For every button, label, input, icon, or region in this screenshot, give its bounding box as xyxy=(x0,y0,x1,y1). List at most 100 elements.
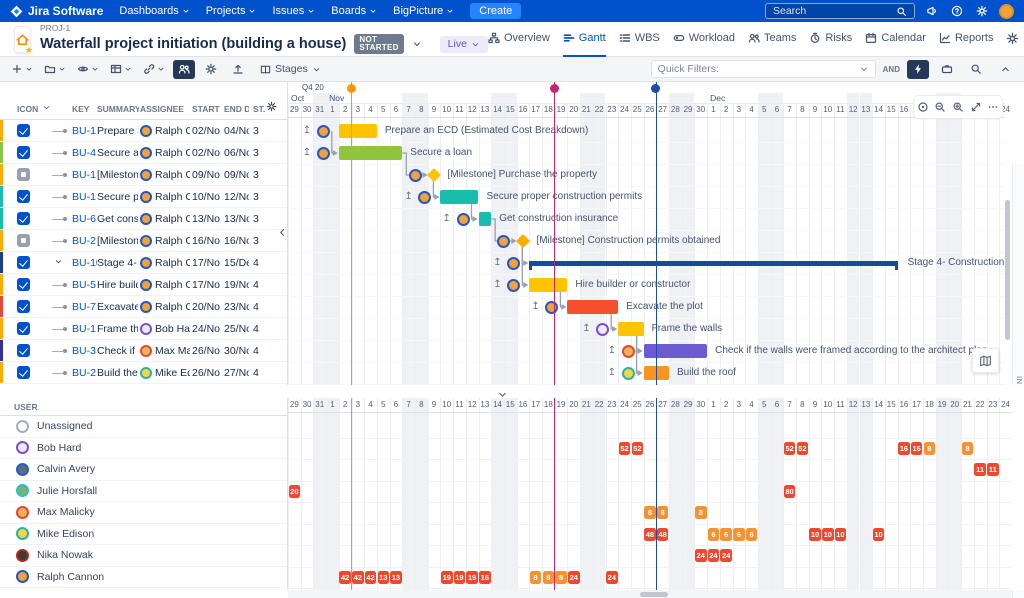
status-badge[interactable]: NOT STARTED xyxy=(354,34,403,54)
user-avatar[interactable] xyxy=(999,4,1014,19)
task-bar[interactable] xyxy=(529,278,567,292)
table-row[interactable]: BU-5Hire builder or constructorRalph Can… xyxy=(0,274,287,296)
table-row[interactable]: BU-4Secure a loanRalph Cannon02/Nov06/No… xyxy=(0,142,287,164)
collapse-left-panel-button[interactable] xyxy=(277,224,288,240)
task-checkbox[interactable] xyxy=(17,146,30,159)
task-checkbox[interactable] xyxy=(17,190,30,203)
stage-bar[interactable] xyxy=(529,261,897,266)
today-marker-pin[interactable] xyxy=(347,84,356,93)
column-header[interactable]: START DATE xyxy=(192,104,221,114)
module-settings-gear[interactable] xyxy=(1006,22,1019,57)
table-row[interactable]: BU-1Frame the wallsBob Hard24/Nov25/Nov4 xyxy=(0,318,287,340)
status-chevron-icon[interactable] xyxy=(412,39,422,49)
task-checkbox[interactable] xyxy=(17,322,30,335)
tab-gantt[interactable]: Gantt xyxy=(563,22,606,57)
export-button[interactable] xyxy=(227,60,249,79)
briefcase-filter-button[interactable] xyxy=(936,60,958,79)
layout-button[interactable] xyxy=(107,60,135,79)
table-row[interactable]: BU-7Excavate the plotRalph Cannon20/Nov2… xyxy=(0,296,287,318)
task-checkbox[interactable] xyxy=(17,278,30,291)
task-bar[interactable] xyxy=(440,190,478,204)
vertical-scrollbar[interactable] xyxy=(1005,200,1010,340)
table-row[interactable]: BU-1Prepare an ECD (Estimated Cost Break… xyxy=(0,120,287,142)
jira-brand[interactable]: Jira Software xyxy=(10,4,103,18)
table-settings-gear-icon[interactable] xyxy=(266,101,280,114)
live-dropdown[interactable]: Live xyxy=(440,36,488,53)
fullscreen-button[interactable] xyxy=(970,101,982,113)
table-row[interactable]: BU-1Secure proper construction permitsRa… xyxy=(0,186,287,208)
announcement-icon[interactable] xyxy=(924,3,940,19)
zoom-in-button[interactable] xyxy=(952,101,964,113)
column-header[interactable]: END DATE xyxy=(224,104,249,114)
table-row[interactable]: BU-1[Milestone] Purchase the propertyRal… xyxy=(0,164,287,186)
collapse-toolbar-button[interactable] xyxy=(994,60,1016,79)
user-row[interactable]: Julie Horsfall xyxy=(0,481,287,503)
center-on-today-button[interactable] xyxy=(917,101,929,113)
task-bar[interactable] xyxy=(644,344,708,358)
stages-dropdown[interactable]: Stages xyxy=(254,60,327,79)
resources-button[interactable] xyxy=(173,60,195,79)
task-checkbox[interactable] xyxy=(17,212,30,225)
user-row[interactable]: Calvin Avery xyxy=(0,459,287,481)
project-avatar[interactable]: ★ xyxy=(14,26,31,53)
tab-wbs[interactable]: WBS xyxy=(619,22,660,57)
nav-item-dashboards[interactable]: Dashboards xyxy=(119,5,189,17)
milestone-type-icon[interactable] xyxy=(17,168,30,181)
column-header[interactable]: ASSIGNEE xyxy=(140,104,190,114)
settings-button[interactable] xyxy=(200,60,222,79)
scrollbar-thumb[interactable] xyxy=(640,592,668,597)
horizontal-scrollbar[interactable] xyxy=(288,590,1012,598)
open-button[interactable] xyxy=(41,60,69,79)
dependencies-button[interactable] xyxy=(140,60,168,79)
user-row[interactable]: Mike Edison xyxy=(0,524,287,546)
task-bar[interactable] xyxy=(339,124,377,138)
create-button[interactable]: Create xyxy=(470,3,521,19)
task-bar[interactable] xyxy=(618,322,643,336)
nav-item-bigpicture[interactable]: BigPicture xyxy=(393,5,454,17)
table-row[interactable]: BU-10Stage 4- ConstructionRalph Cannon17… xyxy=(0,252,287,274)
tab-workload[interactable]: Workload xyxy=(673,22,735,57)
help-icon[interactable] xyxy=(949,3,965,19)
tab-overview[interactable]: Overview xyxy=(488,22,550,57)
search-tasks-button[interactable] xyxy=(965,60,987,79)
tab-teams[interactable]: Teams xyxy=(748,22,796,57)
quick-filters-dropdown[interactable]: Quick Filters: xyxy=(651,60,876,78)
deadline-marker-pin[interactable] xyxy=(550,84,559,93)
table-row[interactable]: BU-2Build the roofMike Edison26/Nov27/No… xyxy=(0,362,287,384)
expand-chevron-icon[interactable] xyxy=(54,257,63,269)
zoom-out-button[interactable] xyxy=(934,101,946,113)
quick-filter-lightning-button[interactable] xyxy=(907,60,929,79)
sort-icon[interactable] xyxy=(42,103,54,114)
task-checkbox[interactable] xyxy=(17,124,30,137)
table-row[interactable]: BU-6Get construction insuranceRalph Cann… xyxy=(0,208,287,230)
task-checkbox[interactable] xyxy=(17,344,30,357)
nav-item-projects[interactable]: Projects xyxy=(206,5,257,17)
tab-reports[interactable]: Reports xyxy=(939,22,994,57)
minimap-button[interactable] xyxy=(972,348,999,373)
tab-risks[interactable]: Risks xyxy=(809,22,852,57)
column-header[interactable]: ICON xyxy=(17,104,43,114)
column-header[interactable]: SUMMARY xyxy=(97,104,139,114)
user-row[interactable]: Unassigned xyxy=(0,416,287,438)
task-checkbox[interactable] xyxy=(17,300,30,313)
task-checkbox[interactable] xyxy=(17,366,30,379)
milestone-type-icon[interactable] xyxy=(17,234,30,247)
nav-item-issues[interactable]: Issues xyxy=(272,5,315,17)
view-button[interactable] xyxy=(74,60,102,79)
nav-item-boards[interactable]: Boards xyxy=(331,5,377,17)
task-checkbox[interactable] xyxy=(17,256,30,269)
user-row[interactable]: Max Malicky xyxy=(0,502,287,524)
task-bar[interactable] xyxy=(339,146,403,160)
settings-icon[interactable] xyxy=(974,3,990,19)
more-options-button[interactable] xyxy=(987,101,999,113)
filter-operator-label[interactable]: AND xyxy=(883,65,900,74)
user-row[interactable]: Nika Nowak xyxy=(0,545,287,567)
search-box[interactable] xyxy=(765,3,915,19)
table-row[interactable]: BU-3Check if the walls were framed accor… xyxy=(0,340,287,362)
task-bar[interactable] xyxy=(567,300,618,314)
column-header[interactable]: KEY xyxy=(72,104,96,114)
table-row[interactable]: BU-2[Milestone] Construction permits obt… xyxy=(0,230,287,252)
search-input[interactable] xyxy=(771,4,893,18)
task-bar[interactable] xyxy=(479,212,492,226)
tab-calendar[interactable]: Calendar xyxy=(865,22,926,57)
